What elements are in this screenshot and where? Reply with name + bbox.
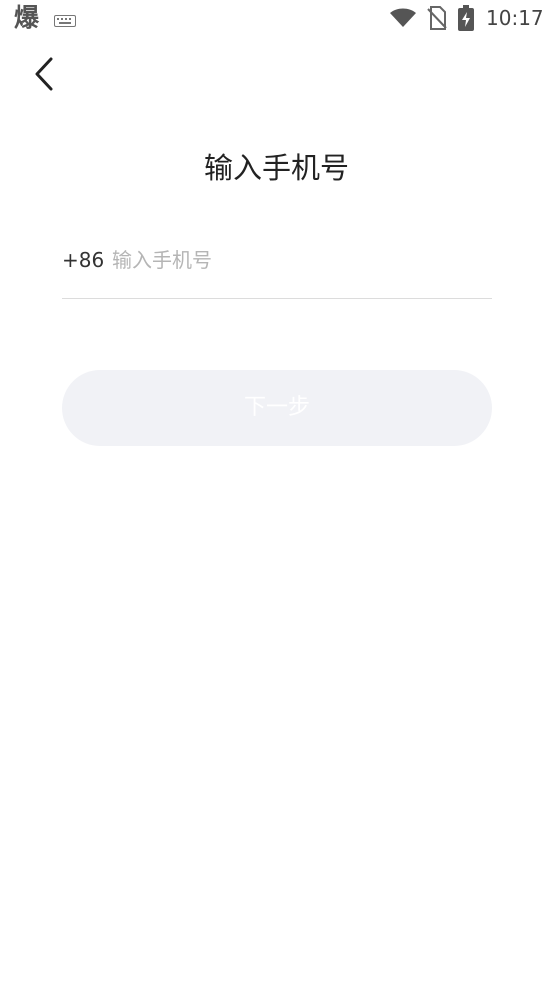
no-sim-icon <box>427 6 447 30</box>
country-code[interactable]: +86 <box>62 246 104 274</box>
back-button[interactable] <box>26 54 64 94</box>
chevron-left-icon <box>26 54 64 94</box>
next-step-button[interactable]: 下一步 <box>62 370 492 446</box>
status-time: 10:17 <box>486 6 544 30</box>
page-title: 输入手机号 <box>203 151 349 185</box>
app-notification-icon: 爆 <box>14 3 40 32</box>
battery-charging-icon <box>458 5 474 31</box>
phone-input-row: +86 <box>62 238 492 282</box>
input-divider <box>62 298 492 299</box>
phone-number-input[interactable] <box>112 242 482 278</box>
wifi-icon <box>390 8 416 28</box>
status-bar: 爆 10:17 <box>0 0 553 36</box>
keyboard-icon <box>54 12 76 27</box>
